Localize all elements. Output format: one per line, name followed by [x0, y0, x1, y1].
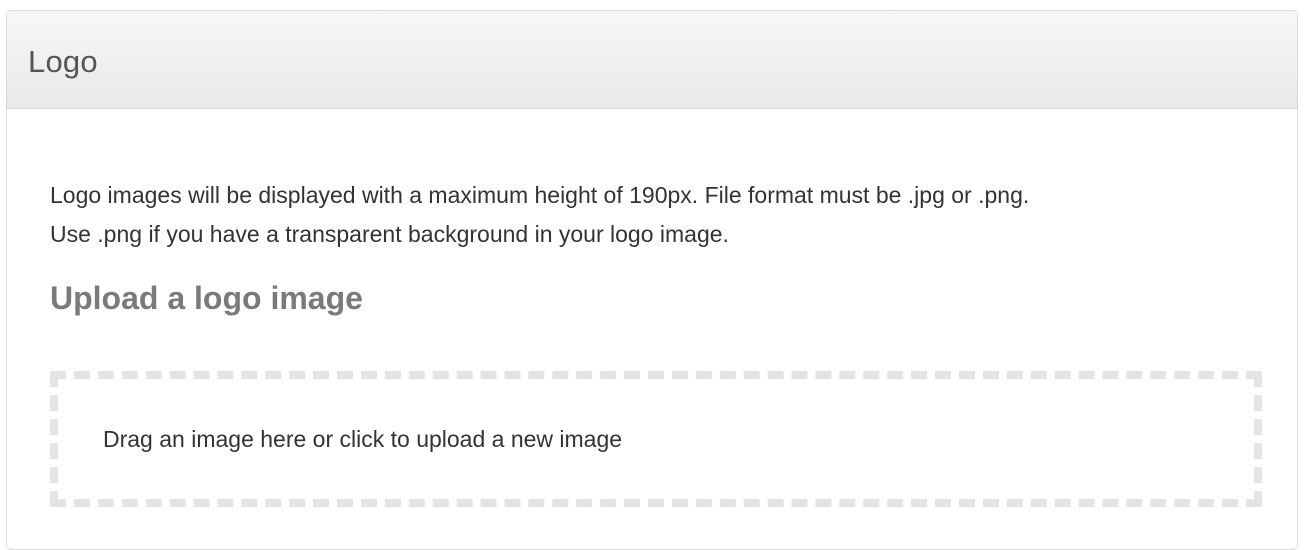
upload-heading: Upload a logo image [50, 280, 363, 316]
description-line-1: Logo images will be displayed with a max… [50, 182, 1030, 208]
logo-description: Logo images will be displayed with a max… [50, 109, 1267, 254]
description-line-2: Use .png if you have a transparent backg… [50, 221, 729, 247]
panel-header: Logo [7, 11, 1297, 109]
panel-title: Logo [28, 43, 98, 79]
image-dropzone[interactable]: Drag an image here or click to upload a … [50, 371, 1262, 507]
panel-body: Logo images will be displayed with a max… [7, 109, 1297, 318]
dropzone-text: Drag an image here or click to upload a … [103, 425, 623, 452]
logo-panel: Logo Logo images will be displayed with … [6, 10, 1298, 550]
